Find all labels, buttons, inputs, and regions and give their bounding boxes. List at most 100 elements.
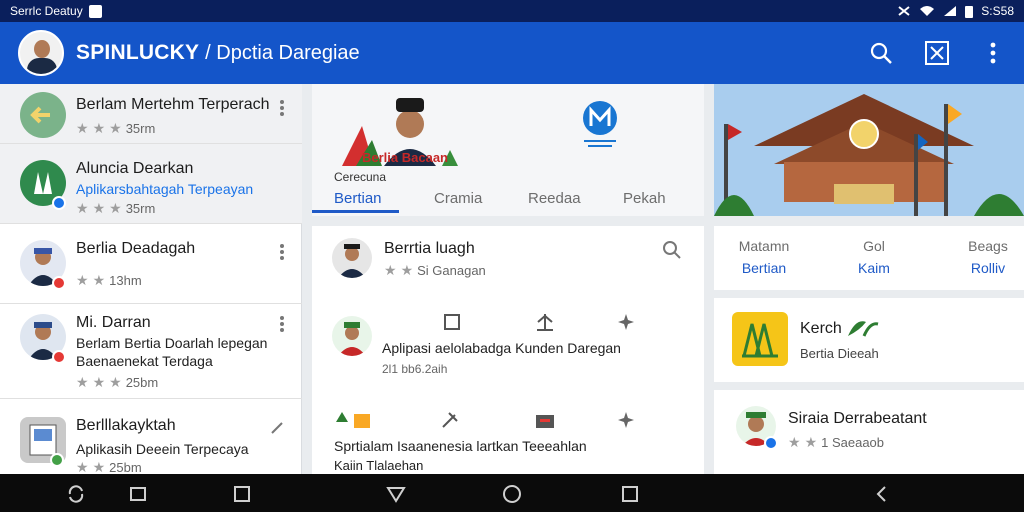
decoration-icon: [336, 412, 370, 428]
star-icon: ★: [384, 262, 397, 278]
star-icon: ★: [109, 200, 122, 216]
stat-label: Matamn: [738, 238, 790, 254]
list-item[interactable]: Mi. Darran Berlam Bertia Doarlah lepegan…: [0, 304, 302, 399]
avatar: [332, 238, 372, 278]
search-button[interactable]: [868, 40, 894, 66]
list-item-time: 35rm: [125, 201, 156, 216]
logo-emblem-icon: [583, 101, 617, 147]
tab-pekah[interactable]: Pekah: [623, 190, 666, 207]
list-item[interactable]: Berlam Mertehm Terperach ★ ★ ★ 35rm: [0, 84, 302, 144]
back-triangle-icon[interactable]: [386, 484, 406, 504]
search-icon[interactable]: [662, 240, 682, 260]
status-bar-text: Serrlc Deatuy: [10, 4, 83, 18]
status-badge: [50, 453, 64, 467]
tab-reedaa[interactable]: Reedaa: [528, 190, 581, 207]
stat-value: Kaim: [858, 260, 890, 276]
system-nav-bar: [0, 474, 1024, 512]
post-meta: ★ ★ Si Ganagan: [384, 262, 486, 279]
promo-title: Kerch: [800, 320, 842, 337]
main-content: Berlam Mertehm Terperach ★ ★ ★ 35rm Alunci…: [0, 84, 1024, 475]
app-title: SPINLUCKY: [76, 41, 200, 64]
list-item-meta: ★ ★ ★ 35rm: [76, 120, 155, 137]
banner-card[interactable]: Berlia Bacaan Cerecuna Bertian Cramia Re…: [312, 84, 704, 216]
arrow-icon[interactable]: [270, 421, 284, 435]
app-bar: SPINLUCKY / Dpctia Daregiae: [0, 22, 1024, 84]
item-menu-button[interactable]: [280, 316, 284, 332]
home-icon[interactable]: [502, 484, 522, 504]
person-card[interactable]: Siraia Derrabeatant ★ ★ 1 Saeaaob: [714, 390, 1024, 474]
more-vert-icon: [990, 42, 996, 64]
list-item-time: 25bm: [125, 375, 159, 390]
recents-icon[interactable]: [232, 484, 252, 504]
list-item-title: Mi. Darran: [76, 314, 151, 331]
star-icon: ★: [76, 272, 89, 288]
sync-icon: [898, 6, 910, 16]
leaf-icon: [848, 321, 879, 337]
profile-avatar[interactable]: [18, 30, 64, 76]
star-icon: ★: [92, 374, 106, 390]
item-menu-button[interactable]: [280, 244, 284, 260]
temple-illustration: [714, 84, 1024, 216]
tool-icon[interactable]: [440, 410, 460, 430]
list-item[interactable]: Berlia Deadagah ★ ★ 13hm: [0, 224, 302, 304]
list-item-time: 25bm: [109, 460, 142, 475]
star-icon: ★: [76, 374, 89, 390]
star-icon: ★: [92, 120, 106, 136]
sparkle-icon[interactable]: [618, 412, 634, 428]
status-bar: Serrlc Deatuy S:S58: [0, 0, 1024, 22]
arrow-left-icon: [30, 106, 50, 124]
temple-image[interactable]: [714, 84, 1024, 216]
screenshot-icon[interactable]: [128, 484, 148, 504]
stat-item[interactable]: Beags Rolliv: [958, 238, 1018, 276]
post-footer: Sprtialam Isaanenesia lartkan Teeeahlan: [334, 438, 587, 454]
person-icon: [338, 322, 366, 356]
overview-icon[interactable]: [620, 484, 640, 504]
banner-logo-text: Berlia Bacaan: [362, 150, 448, 165]
item-menu-button[interactable]: [280, 100, 284, 116]
battery-icon: [965, 5, 974, 18]
signal-icon: [944, 6, 957, 16]
stat-value: Rolliv: [970, 260, 1006, 276]
person-icon: [338, 244, 366, 278]
list-item-meta: ★ ★ ★ 35rm: [76, 200, 155, 217]
list-item-title: Berlia Deadagah: [76, 240, 196, 257]
notification-icon: [88, 4, 102, 18]
scale-icon[interactable]: [534, 312, 556, 332]
close-button[interactable]: [924, 40, 950, 66]
wifi-icon: [920, 6, 935, 16]
close-box-icon: [925, 41, 949, 65]
back-icon[interactable]: [872, 484, 892, 504]
tab-cramia[interactable]: Cramia: [434, 190, 482, 207]
list-item-title: Berlam Mertehm Terperach: [76, 96, 270, 113]
list-item[interactable]: Berlllakayktah Aplikasih Deeein Terpecay…: [0, 399, 302, 475]
list-item[interactable]: Aluncia Dearkan Aplikarsbahtagah Terpeay…: [0, 144, 302, 224]
crop-icon[interactable]: [442, 312, 462, 332]
list-item-subtitle: Berlam Bertia Doarlah lepegan: [76, 335, 268, 351]
building-logo-icon: [742, 323, 778, 358]
star-icon: ★: [109, 120, 122, 136]
briefcase-icon[interactable]: [534, 410, 556, 430]
rotate-icon[interactable]: [66, 484, 86, 504]
tab-bertian[interactable]: Bertian: [334, 190, 382, 207]
verified-badge: [52, 196, 66, 210]
stat-item[interactable]: Gol Kaim: [844, 238, 904, 276]
star-icon: ★: [76, 120, 89, 136]
overflow-menu-button[interactable]: [980, 40, 1006, 66]
promo-card[interactable]: Kerch Bertia Dieeah: [714, 298, 1024, 382]
clock: S:S58: [981, 4, 1014, 18]
post-card[interactable]: Berrtia luagh ★ ★ Si Ganagan Aplipasi ael…: [312, 226, 704, 474]
search-icon: [870, 42, 892, 64]
person-meta-text: 1 Saeaaob: [821, 435, 885, 450]
tab-indicator: [312, 210, 399, 213]
list-item-subtitle: Aplikarsbahtagah Terpeayan: [76, 181, 254, 197]
sparkle-icon[interactable]: [618, 314, 634, 330]
banner-caption: Cerecuna: [334, 170, 387, 184]
stat-item[interactable]: Matamn Bertian: [734, 238, 794, 276]
promo-subtitle: Bertia Dieeah: [800, 346, 879, 361]
list-item-title: Berlllakayktah: [76, 417, 176, 434]
list-item-meta: ★ ★ 13hm: [76, 272, 142, 289]
post-footer-2: Kaiin Tlalaehan: [334, 458, 424, 473]
star-icon: ★: [92, 200, 106, 216]
right-column: Matamn Bertian Gol Kaim Beags Rolliv Ker…: [714, 84, 1024, 474]
list-item-subtitle: Aplikasih Deeein Terpecaya: [76, 441, 249, 457]
